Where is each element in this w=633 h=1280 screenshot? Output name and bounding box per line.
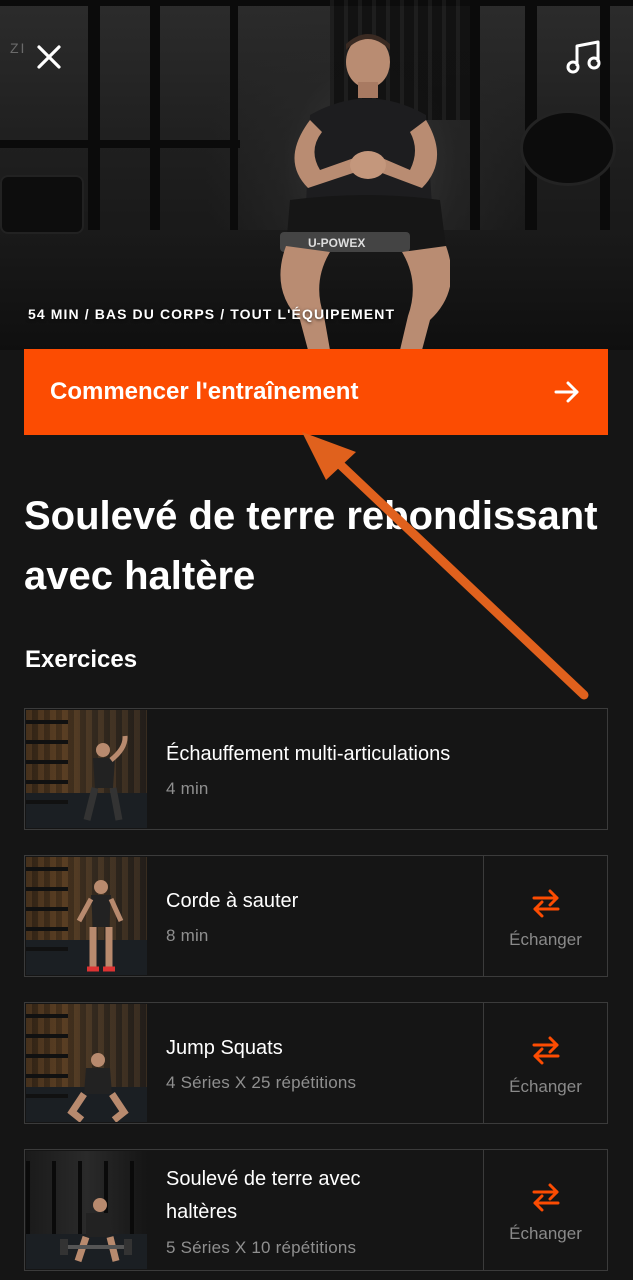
exercise-name-line2: haltères <box>166 1201 238 1223</box>
exercise-detail: 5 Séries X 10 répétitions <box>166 1238 357 1257</box>
exercise-thumbnail <box>26 710 147 828</box>
swap-label: Échanger <box>509 1077 582 1096</box>
exercise-card[interactable]: Soulevé de terre avec haltères 5 Séries … <box>24 1149 608 1271</box>
music-note-icon[interactable] <box>562 36 604 78</box>
rack-bar <box>0 140 240 148</box>
exercises-heading: Exercices <box>25 646 138 673</box>
rack-post <box>230 0 238 230</box>
exercise-card[interactable]: Corde à sauter 8 min Échanger <box>24 855 608 977</box>
exercise-name: Corde à sauter <box>166 890 299 912</box>
swap-arrows-icon <box>532 1183 560 1212</box>
weight-plate <box>520 110 616 186</box>
exercise-name: Soulevé de terre avec <box>166 1168 361 1190</box>
swap-label: Échanger <box>509 1224 582 1243</box>
gym-sign: ZI <box>10 40 27 56</box>
swap-arrows-icon <box>532 1036 560 1065</box>
start-workout-label: Commencer l'entraînement <box>50 378 359 405</box>
exercise-thumbnail <box>26 1151 147 1269</box>
rack-post <box>600 0 610 230</box>
exercise-card[interactable]: Échauffement multi-articulations 4 min <box>24 708 608 830</box>
swap-button[interactable]: Échanger <box>483 1003 607 1123</box>
weight-stack <box>0 175 84 234</box>
close-icon[interactable] <box>30 38 68 76</box>
exercise-card[interactable]: Jump Squats 4 Séries X 25 répétitions Éc… <box>24 1002 608 1124</box>
exercise-name: Échauffement multi-articulations <box>166 743 451 765</box>
swap-button[interactable]: Échanger <box>483 1150 607 1270</box>
arrow-right-icon <box>554 381 579 403</box>
swap-button[interactable]: Échanger <box>483 856 607 976</box>
workout-title: Soulevé de terre rebondissant avec haltè… <box>24 494 598 598</box>
rack-post <box>470 0 480 240</box>
exercise-detail: 8 min <box>166 926 209 945</box>
exercise-name: Jump Squats <box>166 1037 283 1059</box>
svg-text:U-POWEX: U-POWEX <box>308 236 365 250</box>
exercise-thumbnail <box>26 857 147 975</box>
exercise-thumbnail <box>26 1004 147 1122</box>
start-workout-button[interactable]: Commencer l'entraînement <box>24 349 608 435</box>
athlete-photo: U-POWEX <box>280 34 450 350</box>
swap-label: Échanger <box>509 930 582 949</box>
exercise-detail: 4 Séries X 25 répétitions <box>166 1073 357 1092</box>
workout-meta: 54 MIN / BAS DU CORPS / TOUT L'ÉQUIPEMEN… <box>28 306 396 322</box>
swap-arrows-icon <box>532 889 560 918</box>
exercise-detail: 4 min <box>166 779 209 798</box>
hero-image: ZI U-POWEX 54 MIN / BAS DU CORPS / TOUT … <box>0 0 633 350</box>
